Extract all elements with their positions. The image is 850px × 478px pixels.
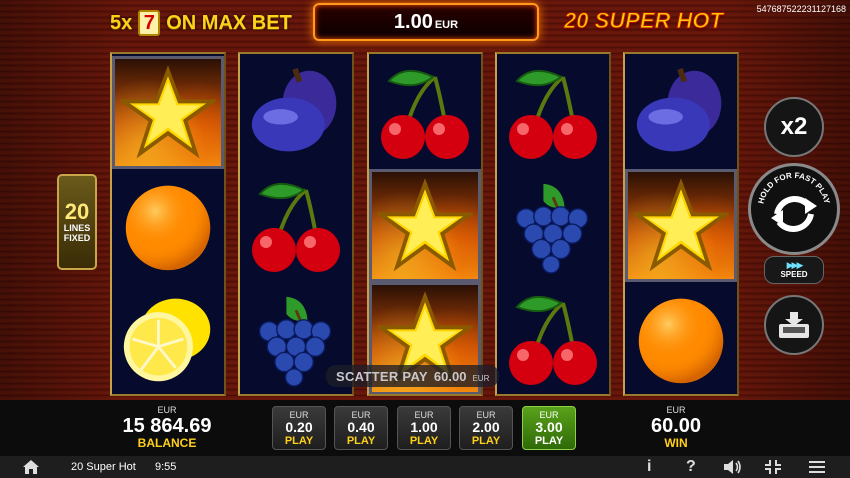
scatter-value: 60.00 — [433, 368, 467, 384]
orange-symbol — [112, 169, 224, 282]
ticket-id: 5476875222311271​68 — [756, 4, 846, 14]
plum-symbol — [240, 56, 352, 169]
max-bet-text: ON MAX BET — [166, 11, 292, 34]
bet-amount: 1.00 — [393, 10, 433, 33]
bet-button-value: 2.00 — [472, 418, 500, 435]
bet-button[interactable]: EUR 0.20 PLAY — [272, 406, 326, 450]
scatter-currency: EUR — [472, 373, 490, 383]
footer-bar: 20 Super Hot 9:55 i ? — [0, 456, 850, 478]
lines-fixed-label: FIXED — [63, 233, 91, 243]
game-logo: 20 SUPER HOT — [564, 8, 724, 34]
star-symbol — [112, 56, 224, 169]
footer-game-name: 20 Super Hot — [71, 461, 136, 473]
win-value: 60.00 — [650, 415, 702, 437]
plum-symbol — [625, 56, 737, 169]
spin-icon: HOLD FOR FAST PLAY — [756, 171, 832, 232]
cherry-symbol — [497, 56, 609, 169]
bet-button-currency: EUR — [414, 409, 434, 420]
bet-button[interactable]: EUR 2.00 PLAY — [459, 406, 513, 450]
balance-label: BALANCE — [137, 436, 197, 450]
grapes-symbol — [497, 169, 609, 282]
balance-value: 15 864.69 — [122, 415, 212, 437]
footer-clock: 9:55 — [155, 461, 177, 473]
bet-button-label: PLAY — [409, 434, 439, 447]
bet-button[interactable]: EUR 0.40 PLAY — [334, 406, 388, 450]
win-label: WIN — [664, 436, 688, 450]
lines-fixed-badge: 20 LINES FIXED — [57, 174, 97, 270]
reel-5 — [623, 52, 739, 396]
bet-button-label: PLAY — [346, 434, 376, 447]
double-button[interactable]: x2 — [764, 97, 824, 157]
cherry-symbol — [497, 282, 609, 394]
max-bet-multiplier: 5x — [110, 11, 133, 34]
seven-icon: 7 — [138, 10, 161, 36]
cherry-symbol — [369, 56, 481, 169]
bet-button-currency: EUR — [476, 409, 496, 420]
bet-button-value: 0.20 — [285, 418, 313, 435]
bet-button-label: PLAY — [471, 434, 501, 447]
autoplay-button[interactable] — [764, 295, 824, 355]
win-display: EUR 60.00 WIN — [636, 405, 716, 450]
lines-label: LINES — [63, 223, 91, 233]
double-label: x2 — [780, 113, 808, 140]
help-icon[interactable]: ? — [686, 458, 696, 476]
bet-button-currency: EUR — [289, 409, 309, 420]
cherry-symbol — [240, 169, 352, 282]
fullscreen-icon[interactable] — [764, 459, 782, 475]
bet-button-label: PLAY — [534, 434, 564, 447]
scatter-label: SCATTER PAY — [336, 368, 428, 384]
bet-display: 1.00 EUR — [313, 3, 539, 41]
bet-button-currency: EUR — [351, 409, 371, 420]
bet-currency: EUR — [434, 18, 459, 31]
reel-2 — [238, 52, 354, 396]
home-icon[interactable] — [22, 459, 40, 475]
balance-currency: EUR — [157, 405, 177, 415]
scatter-pay-banner: SCATTER PAY 60.00 EUR — [326, 365, 500, 387]
max-bet-banner: 5x 7 ON MAX BET — [110, 10, 292, 36]
sound-icon[interactable] — [722, 459, 742, 475]
bet-button-value: 1.00 — [410, 418, 438, 435]
bet-button-value: 3.00 — [535, 418, 563, 435]
bet-button-value: 0.40 — [347, 418, 375, 435]
orange-symbol — [625, 282, 737, 394]
bet-button[interactable]: EUR 1.00 PLAY — [397, 406, 451, 450]
speed-label: SPEED — [780, 270, 808, 279]
lemon-symbol — [112, 282, 224, 394]
info-icon[interactable]: i — [647, 458, 651, 476]
star-symbol — [625, 169, 737, 282]
bet-button-label: PLAY — [284, 434, 314, 447]
reel-4 — [495, 52, 611, 396]
lines-count: 20 — [64, 199, 90, 224]
reel-3 — [367, 52, 483, 396]
star-symbol — [369, 169, 481, 282]
balance-display: EUR 15 864.69 BALANCE — [117, 405, 217, 450]
autoplay-icon — [779, 312, 809, 338]
bet-button[interactable]: EUR 3.00 PLAY — [522, 406, 576, 450]
bet-button-currency: EUR — [539, 409, 559, 420]
win-currency: EUR — [666, 405, 686, 415]
spin-button[interactable]: HOLD FOR FAST PLAY — [748, 163, 840, 255]
speed-button[interactable]: ▶▶▶ SPEED — [764, 256, 824, 284]
menu-icon[interactable] — [808, 459, 826, 475]
speed-arrows-icon: ▶▶▶ — [786, 260, 804, 270]
reel-1 — [110, 52, 226, 396]
